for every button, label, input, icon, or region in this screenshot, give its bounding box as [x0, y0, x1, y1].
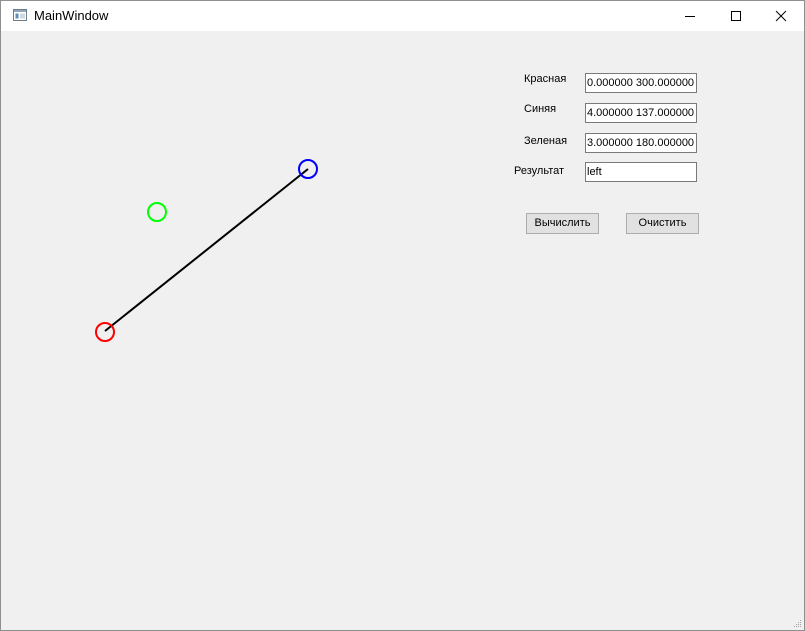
resize-grip-icon[interactable]	[792, 618, 802, 628]
calculate-button[interactable]: Вычислить	[526, 213, 599, 234]
close-button[interactable]	[758, 1, 804, 31]
drawing-canvas[interactable]	[1, 31, 501, 431]
green-point-label: Зеленая	[524, 135, 568, 147]
maximize-button[interactable]	[713, 1, 759, 31]
minimize-button[interactable]	[667, 1, 713, 31]
green-point-input[interactable]: 3.000000 180.000000	[585, 133, 697, 153]
green-point-marker	[147, 202, 167, 222]
result-label: Результат	[514, 165, 565, 177]
blue-point-input[interactable]: 4.000000 137.000000	[585, 103, 697, 123]
red-point-marker	[95, 322, 115, 342]
clear-button[interactable]: Очистить	[626, 213, 699, 234]
maximize-icon	[731, 11, 741, 21]
title-bar[interactable]: MainWindow	[1, 1, 804, 31]
result-output[interactable]: left	[585, 162, 697, 182]
blue-point-label: Синяя	[524, 103, 557, 115]
red-point-label: Красная	[524, 73, 567, 85]
close-icon	[775, 10, 787, 22]
minimize-icon	[685, 16, 695, 17]
client-area: Красная 0.000000 300.000000 Синяя 4.0000…	[1, 31, 804, 630]
main-window: MainWindow Красная 0.000000 300.000000 С…	[0, 0, 805, 631]
segment-line	[104, 168, 309, 332]
red-point-input[interactable]: 0.000000 300.000000	[585, 73, 697, 93]
app-window-icon	[13, 9, 27, 21]
window-title: MainWindow	[34, 8, 109, 23]
